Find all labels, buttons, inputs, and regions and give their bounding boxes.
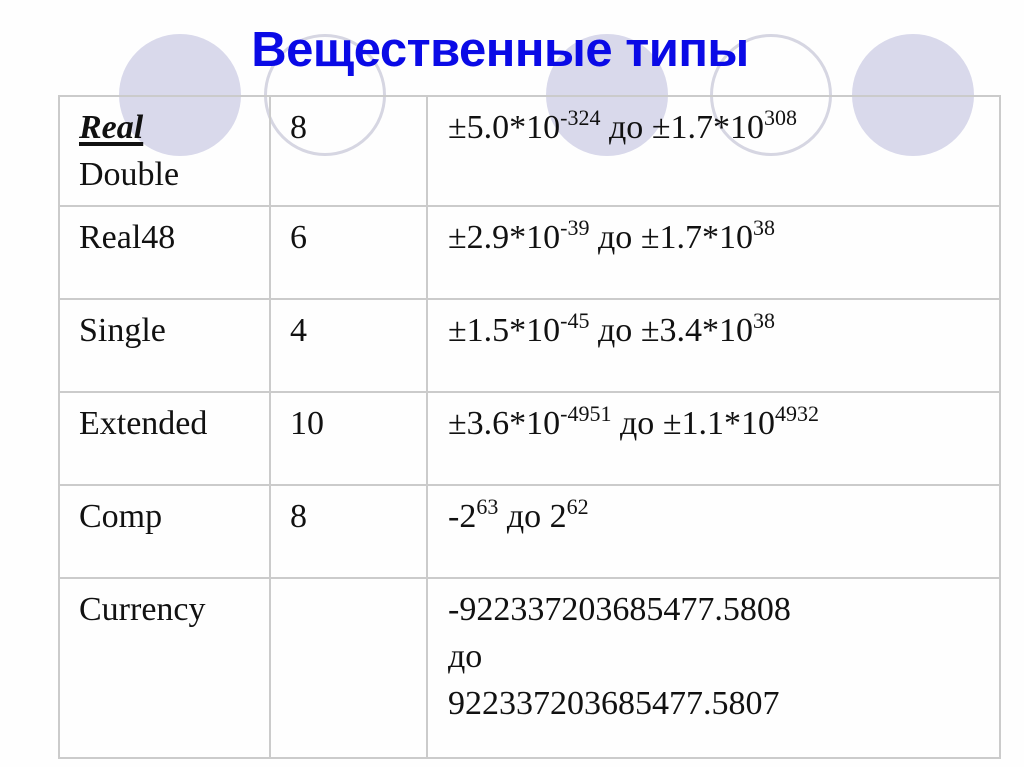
size-cell bbox=[269, 577, 428, 759]
size-cell: 4 bbox=[269, 298, 428, 393]
range-to: ±1.7*10 bbox=[640, 219, 753, 256]
range-separator: до bbox=[600, 109, 652, 146]
type-name-cell: Real48 bbox=[58, 205, 271, 300]
table-row: Single 4 ±1.5*10-45 до ±3.4*1038 bbox=[58, 298, 1001, 393]
range-cell: ±1.5*10-45 до ±3.4*1038 bbox=[426, 298, 1001, 393]
size-cell: 10 bbox=[269, 391, 428, 486]
table-row: Extended 10 ±3.6*10-4951 до ±1.1*104932 bbox=[58, 391, 1001, 486]
range-to-exponent: 62 bbox=[566, 494, 589, 519]
range-cell: -922337203685477.5808 до 922337203685477… bbox=[426, 577, 1001, 759]
type-name: Currency bbox=[79, 591, 206, 628]
range-from-exponent: -39 bbox=[560, 215, 590, 240]
range-to: 922337203685477.5807 bbox=[448, 684, 780, 722]
type-name: Extended bbox=[79, 405, 208, 442]
range-cell: ±5.0*10-324 до ±1.7*10308 bbox=[426, 95, 1001, 207]
range-to: ±1.1*10 bbox=[662, 405, 775, 442]
type-name: Comp bbox=[79, 498, 163, 535]
range-cell: -263 до 262 bbox=[426, 484, 1001, 579]
range-to-exponent: 4932 bbox=[774, 401, 819, 426]
type-name: Real bbox=[79, 109, 144, 146]
range-separator: до bbox=[498, 498, 550, 535]
range-from-exponent: -45 bbox=[560, 308, 590, 333]
type-size: 10 bbox=[290, 405, 324, 442]
type-size: 4 bbox=[290, 312, 307, 349]
range-from-exponent: -324 bbox=[560, 105, 601, 130]
range-to-exponent: 38 bbox=[752, 215, 775, 240]
range-to: 2 bbox=[549, 498, 567, 535]
type-name-alias: Double bbox=[79, 155, 180, 193]
size-cell: 8 bbox=[269, 484, 428, 579]
range-from: -922337203685477.5808 bbox=[448, 591, 791, 628]
range-from: ±5.0*10 bbox=[448, 109, 561, 146]
type-name: Single bbox=[79, 312, 166, 349]
slide-title: Вещественные типы bbox=[251, 23, 749, 77]
range-to-exponent: 308 bbox=[763, 105, 797, 130]
range-separator: до bbox=[611, 405, 663, 442]
range-from: ±1.5*10 bbox=[448, 312, 561, 349]
type-name-cell: Comp bbox=[58, 484, 271, 579]
table-row: Comp 8 -263 до 262 bbox=[58, 484, 1001, 579]
range-separator: до bbox=[589, 312, 641, 349]
table-row: Currency -922337203685477.5808 до 922337… bbox=[58, 577, 1001, 759]
type-name-cell: Currency bbox=[58, 577, 271, 759]
range-from: ±3.6*10 bbox=[448, 405, 561, 442]
range-separator: до bbox=[589, 219, 641, 256]
range-to-exponent: 38 bbox=[752, 308, 775, 333]
real-types-table: Real Double 8 ±5.0*10-324 до ±1.7*10308 … bbox=[58, 95, 1001, 759]
type-name-cell: Real Double bbox=[58, 95, 271, 207]
range-cell: ±2.9*10-39 до ±1.7*1038 bbox=[426, 205, 1001, 300]
type-name-cell: Single bbox=[58, 298, 271, 393]
table-row: Real48 6 ±2.9*10-39 до ±1.7*1038 bbox=[58, 205, 1001, 300]
type-name: Real48 bbox=[79, 219, 176, 256]
table-row: Real Double 8 ±5.0*10-324 до ±1.7*10308 bbox=[58, 95, 1001, 207]
type-size: 6 bbox=[290, 219, 307, 256]
range-separator: до bbox=[448, 637, 483, 675]
range-from-exponent: -4951 bbox=[560, 401, 612, 426]
range-from: -2 bbox=[448, 498, 477, 535]
range-from-exponent: 63 bbox=[476, 494, 499, 519]
range-from: ±2.9*10 bbox=[448, 219, 561, 256]
type-size: 8 bbox=[290, 109, 307, 146]
range-cell: ±3.6*10-4951 до ±1.1*104932 bbox=[426, 391, 1001, 486]
size-cell: 8 bbox=[269, 95, 428, 207]
range-to: ±3.4*10 bbox=[640, 312, 753, 349]
size-cell: 6 bbox=[269, 205, 428, 300]
type-size: 8 bbox=[290, 498, 307, 535]
range-to: ±1.7*10 bbox=[651, 109, 764, 146]
type-name-cell: Extended bbox=[58, 391, 271, 486]
